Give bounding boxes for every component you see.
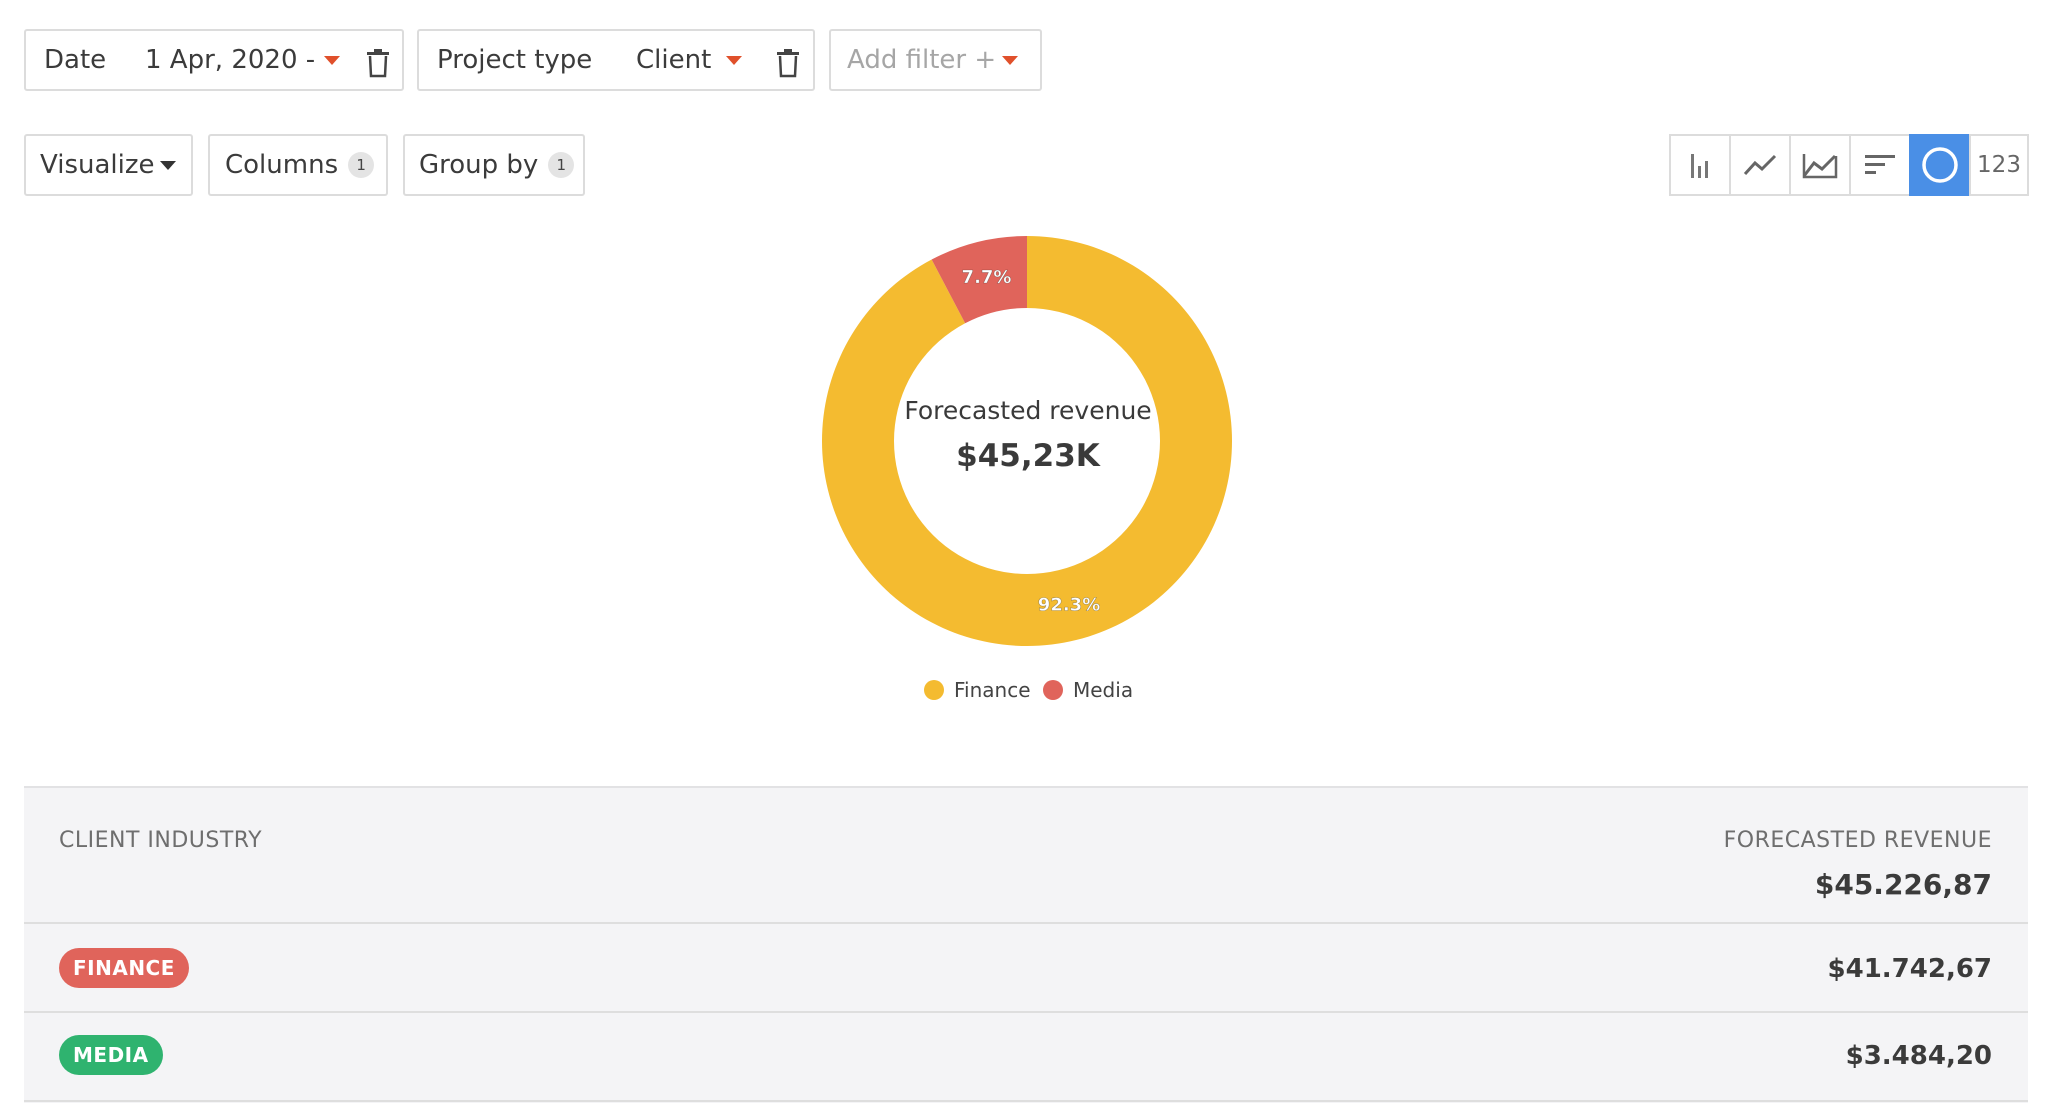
legend-media-label: Media — [1073, 678, 1134, 702]
chart-center-value: $45,23K — [956, 438, 1100, 474]
chart-center-label: Forecasted revenue — [904, 396, 1152, 425]
industry-tag-finance: FINANCE — [59, 948, 189, 988]
legend-media-swatch — [1043, 680, 1063, 700]
table-row[interactable]: MEDIA $3.484,20 — [24, 1015, 2028, 1102]
legend-item-finance[interactable]: Finance — [924, 678, 1031, 702]
donut-chart: 92.3% 7.7% — [822, 236, 1232, 646]
forecasted-revenue-total: $45.226,87 — [1814, 868, 1992, 901]
data-table: CLIENT INDUSTRY FORECASTED REVENUE $45.2… — [24, 786, 2028, 1103]
row-revenue-value: $3.484,20 — [1845, 1041, 1992, 1071]
donut-label-media: 7.7% — [962, 267, 1012, 288]
row-revenue-value: $41.742,67 — [1827, 954, 1992, 984]
donut-label-finance: 92.3% — [1038, 595, 1100, 616]
legend-finance-label: Finance — [954, 678, 1031, 702]
column-header-forecasted-revenue[interactable]: FORECASTED REVENUE — [1724, 828, 1992, 853]
table-header: CLIENT INDUSTRY FORECASTED REVENUE $45.2… — [24, 788, 2028, 924]
column-header-client-industry[interactable]: CLIENT INDUSTRY — [59, 828, 262, 853]
legend-finance-swatch — [924, 680, 944, 700]
table-row[interactable]: FINANCE $41.742,67 — [24, 926, 2028, 1013]
legend-item-media[interactable]: Media — [1043, 678, 1133, 702]
industry-tag-media: MEDIA — [59, 1035, 163, 1075]
